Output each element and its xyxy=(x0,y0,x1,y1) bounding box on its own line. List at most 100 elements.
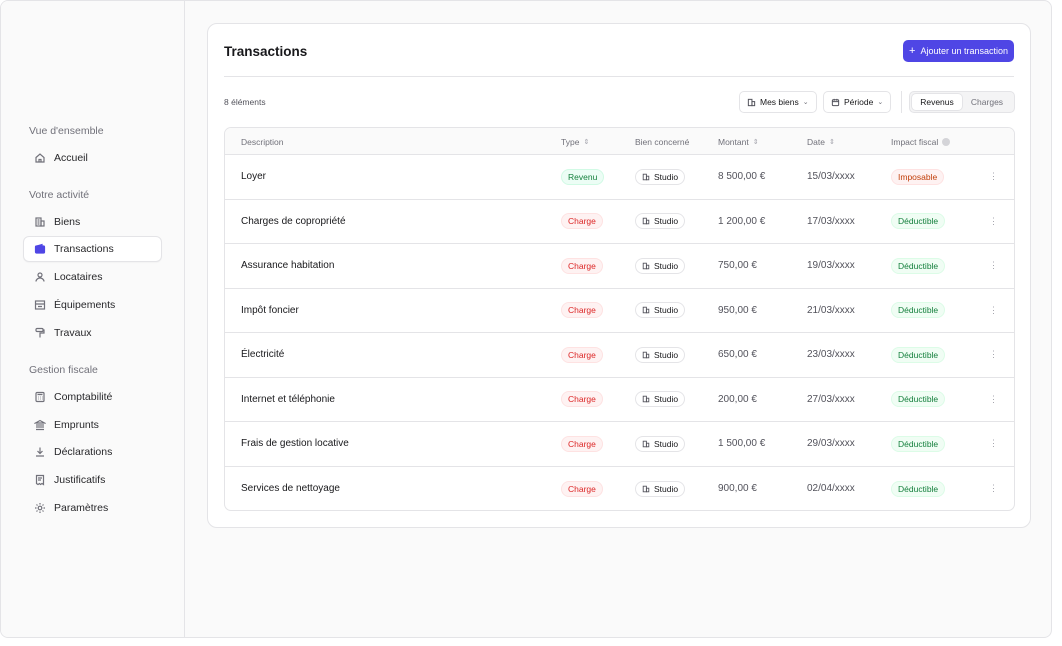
chevron-down-icon: ⌄ xyxy=(877,99,884,106)
receipt-icon xyxy=(34,474,46,486)
chevron-down-icon: ⌄ xyxy=(802,99,809,106)
building-icon xyxy=(642,218,650,225)
sidebar-item-equipements[interactable]: Équipements xyxy=(23,292,162,318)
bank-icon xyxy=(34,419,46,431)
column-header-label: Type xyxy=(561,136,580,147)
sidebar-item-declarations[interactable]: Déclarations xyxy=(23,439,162,465)
sort-icon: ⇕ xyxy=(828,138,835,146)
row-type: Charge xyxy=(561,422,603,466)
sidebar-item-locataires[interactable]: Locataires xyxy=(23,264,162,290)
property-chip[interactable]: Studio xyxy=(635,435,686,452)
add-transaction-button[interactable]: + Ajouter un transaction xyxy=(903,40,1014,62)
sidebar-item-emprunts[interactable]: Emprunts xyxy=(23,412,162,438)
type-badge: Charge xyxy=(561,346,603,363)
property-chip[interactable]: Studio xyxy=(635,480,686,497)
row-menu-icon[interactable]: ⋮ xyxy=(989,378,998,422)
table-row[interactable]: Services de nettoyage Charge Studio 900,00 … xyxy=(225,467,1014,511)
info-icon[interactable] xyxy=(942,137,951,146)
table-row[interactable]: Assurance habitation Charge Studio 750,00 €… xyxy=(225,244,1014,289)
sidebar-item-travaux[interactable]: Travaux xyxy=(23,320,162,346)
sidebar: Vue d'ensemble Accueil Votre activité Bi… xyxy=(1,1,185,637)
row-description: Électricité xyxy=(241,349,285,361)
row-type: Charge xyxy=(561,333,603,377)
add-transaction-label: Ajouter un transaction xyxy=(920,46,1008,56)
table-header: Description Type ⇕ Bien concerné Montant ⇕… xyxy=(225,128,1014,155)
sidebar-item-justificatifs[interactable]: Justificatifs xyxy=(23,467,162,493)
fiscal-badge: Déductible xyxy=(891,391,946,408)
property-chip[interactable]: Studio xyxy=(635,302,686,319)
sidebar-item-label: Accueil xyxy=(54,152,88,164)
row-fiscal: Déductible xyxy=(891,289,946,333)
row-property: Studio xyxy=(635,244,686,288)
sort-icon: ⇕ xyxy=(752,138,759,146)
row-date: 29/03/xxxx xyxy=(807,438,855,450)
sidebar-item-label: Emprunts xyxy=(54,419,99,431)
property-label: Studio xyxy=(654,171,679,182)
row-menu-icon[interactable]: ⋮ xyxy=(989,467,998,511)
row-property: Studio xyxy=(635,378,686,422)
table-row[interactable]: Loyer Revenu Studio 8 500,00 € 15/03/xxxx Imp… xyxy=(225,155,1014,200)
settings-icon xyxy=(34,502,46,514)
paint-roller-icon xyxy=(34,327,46,339)
row-amount: 1 500,00 € xyxy=(718,438,766,450)
sidebar-item-comptabilite[interactable]: Comptabilité xyxy=(23,384,162,410)
wallet-icon xyxy=(34,243,46,255)
row-date: 15/03/xxxx xyxy=(807,171,855,183)
properties-filter[interactable]: Mes biens ⌄ xyxy=(739,91,817,113)
period-filter-label: Période xyxy=(844,97,874,107)
row-fiscal: Déductible xyxy=(891,378,946,422)
property-chip[interactable]: Studio xyxy=(635,168,686,185)
column-header-amount[interactable]: Montant ⇕ xyxy=(718,128,759,155)
row-date: 21/03/xxxx xyxy=(807,304,855,316)
table-row[interactable]: Internet et téléphonie Charge Studio 200,00… xyxy=(225,378,1014,422)
sidebar-item-transactions[interactable]: Transactions xyxy=(23,236,162,262)
sidebar-item-parametres[interactable]: Paramètres xyxy=(23,495,162,521)
table-row[interactable]: Charges de copropriété Charge Studio 1 200,… xyxy=(225,200,1014,244)
property-chip[interactable]: Studio xyxy=(635,257,686,274)
sidebar-item-label: Transactions xyxy=(54,243,114,255)
row-menu-icon[interactable]: ⋮ xyxy=(989,200,998,244)
row-menu-icon[interactable]: ⋮ xyxy=(989,155,998,199)
table-row[interactable]: Électricité Charge Studio 650,00 € 23/03/xxx… xyxy=(225,333,1014,378)
app-window: Vue d'ensemble Accueil Votre activité Bi… xyxy=(0,0,1052,638)
divider xyxy=(224,76,1014,77)
row-type: Charge xyxy=(561,289,603,333)
row-menu-icon[interactable]: ⋮ xyxy=(989,333,998,377)
row-fiscal: Déductible xyxy=(891,333,946,377)
row-type: Charge xyxy=(561,378,603,422)
type-badge: Revenu xyxy=(561,168,605,185)
building-icon xyxy=(747,98,756,106)
property-chip[interactable]: Studio xyxy=(635,213,686,230)
table-row[interactable]: Frais de gestion locative Charge Studio 1 5… xyxy=(225,422,1014,467)
sidebar-group-label: Votre activité xyxy=(29,189,90,201)
user-icon xyxy=(34,271,46,283)
row-fiscal: Déductible xyxy=(891,200,946,244)
row-amount: 650,00 € xyxy=(718,349,757,361)
sidebar-item-label: Biens xyxy=(54,216,81,228)
row-date: 27/03/xxxx xyxy=(807,393,855,405)
row-menu-icon[interactable]: ⋮ xyxy=(989,244,998,288)
toggle-revenus[interactable]: Revenus xyxy=(912,94,962,110)
toggle-charges[interactable]: Charges xyxy=(962,94,1012,110)
sidebar-item-accueil[interactable]: Accueil xyxy=(23,145,162,171)
row-date: 23/03/xxxx xyxy=(807,349,855,361)
sidebar-item-biens[interactable]: Biens xyxy=(23,209,162,235)
type-badge: Charge xyxy=(561,480,603,497)
column-header-type[interactable]: Type ⇕ xyxy=(561,128,589,155)
property-chip[interactable]: Studio xyxy=(635,391,686,408)
row-description: Impôt foncier xyxy=(241,304,299,316)
row-menu-icon[interactable]: ⋮ xyxy=(989,422,998,466)
column-header-label: Impact fiscal xyxy=(891,136,939,147)
row-menu-icon[interactable]: ⋮ xyxy=(989,289,998,333)
property-label: Studio xyxy=(654,305,679,316)
column-header-date[interactable]: Date ⇕ xyxy=(807,128,835,155)
table-row[interactable]: Impôt foncier Charge Studio 950,00 € 21/03/x… xyxy=(225,289,1014,333)
row-property: Studio xyxy=(635,289,686,333)
row-property: Studio xyxy=(635,155,686,199)
property-chip[interactable]: Studio xyxy=(635,346,686,363)
period-filter[interactable]: Période ⌄ xyxy=(823,91,892,113)
property-label: Studio xyxy=(654,438,679,449)
property-label: Studio xyxy=(654,216,679,227)
filter-separator xyxy=(901,91,902,113)
row-property: Studio xyxy=(635,422,686,466)
